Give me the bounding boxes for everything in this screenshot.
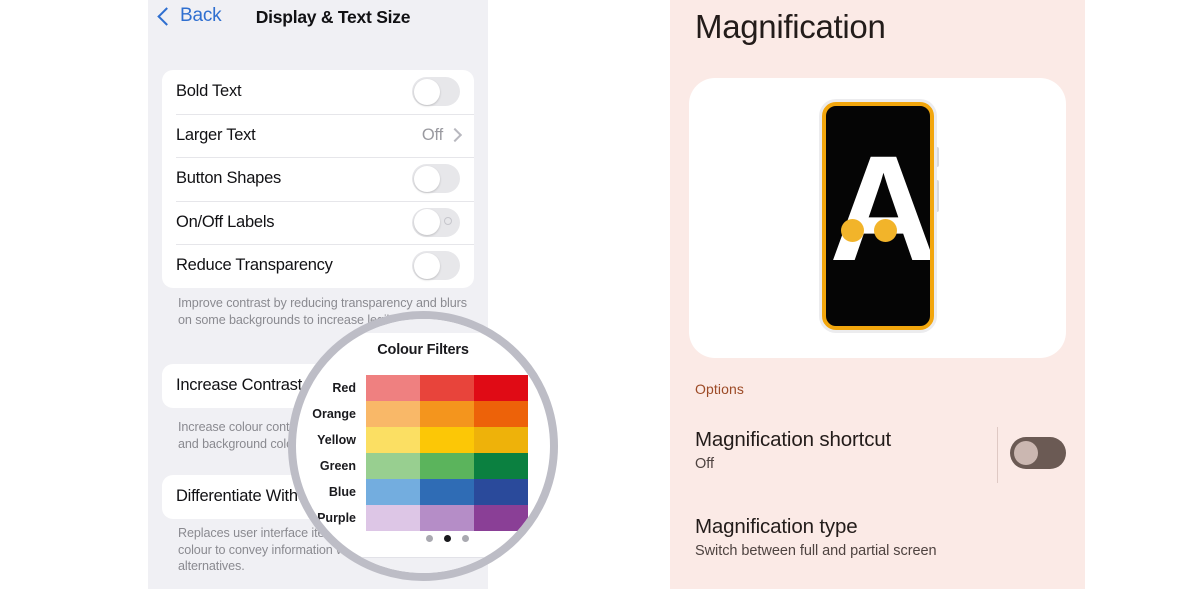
bold-text-toggle[interactable] <box>412 77 460 107</box>
lens-backdrop-top <box>296 319 550 333</box>
swatch-row-label: Green <box>319 459 356 473</box>
swatch-cell <box>420 453 474 479</box>
onoff-labels-toggle[interactable] <box>412 207 460 237</box>
ios-navigation-bar: Back Display & Text Size <box>148 0 488 44</box>
toggle-knob <box>1014 441 1038 465</box>
swatch-cell <box>420 479 474 505</box>
options-section-label: Options <box>695 381 744 397</box>
swatch-row-label: Purple <box>317 511 356 525</box>
settings-group-display: Bold Text Larger Text Off Button Shapes … <box>162 70 474 288</box>
row-label: On/Off Labels <box>176 212 275 231</box>
swatch-cell <box>366 375 420 401</box>
toggle-knob <box>413 165 440 192</box>
row-button-shapes[interactable]: Button Shapes <box>162 157 474 201</box>
row-label: Button Shapes <box>176 169 281 188</box>
row-reduce-transparency[interactable]: Reduce Transparency <box>162 244 474 288</box>
phone-volume-button-icon <box>933 147 939 167</box>
swatch-row: Purple <box>317 505 528 531</box>
magnification-illustration-card: A <box>689 78 1066 358</box>
row-label: Larger Text <box>176 125 256 144</box>
row-bold-text[interactable]: Bold Text <box>162 70 474 114</box>
list-item-magnification-type[interactable]: Magnification type Switch between full a… <box>695 514 1065 561</box>
swatch-row-label: Red <box>332 381 356 395</box>
chevron-right-icon <box>447 128 463 143</box>
colour-filters-title: Colour Filters <box>377 342 469 358</box>
page-dot[interactable] <box>425 535 433 542</box>
swatch-row-label: Yellow <box>317 433 356 447</box>
swatch-cell <box>366 505 420 531</box>
page-dot[interactable] <box>443 535 451 542</box>
row-value: Off <box>421 125 443 144</box>
magnification-shortcut-toggle[interactable] <box>1010 437 1066 469</box>
android-page-title: Magnification <box>695 8 886 45</box>
swatch-row: Orange <box>312 401 528 427</box>
toggle-knob <box>413 252 440 279</box>
swatch-cell <box>366 427 420 453</box>
magnified-letter: A <box>829 124 934 292</box>
swatch-row-label: Blue <box>328 485 356 499</box>
swatch-cell <box>420 505 474 531</box>
swatch-row: Blue <box>329 479 528 505</box>
phone-body: A <box>821 102 934 330</box>
swatch-row: Red <box>332 375 528 401</box>
swatch-cell <box>366 401 420 427</box>
list-item-subtitle: Off <box>695 456 714 472</box>
swatch-cell <box>420 427 474 453</box>
button-shapes-toggle[interactable] <box>412 164 460 194</box>
swatch-cell <box>474 505 528 531</box>
phone-power-button-icon <box>933 180 939 212</box>
off-circle-icon <box>444 217 452 226</box>
row-label: Reduce Transparency <box>176 256 333 275</box>
row-larger-text[interactable]: Larger Text Off <box>162 113 474 158</box>
touch-point-icon <box>840 219 864 242</box>
toggle-knob <box>413 209 440 236</box>
swatch-cell <box>366 479 420 505</box>
swatch-row: Green <box>320 453 528 479</box>
swatch-cell <box>474 427 528 453</box>
magnifier-lens-content: Colour Filters Red Orange Yellow Green Blue P… <box>296 319 550 573</box>
magnifier-lens[interactable]: Colour Filters Red Orange Yellow Green Blue P… <box>288 311 558 581</box>
touch-point-icon <box>873 219 897 242</box>
swatch-cell <box>420 375 474 401</box>
list-item-title: Magnification type <box>695 515 858 538</box>
swatch-cell <box>474 479 528 505</box>
phone-illustration: A <box>821 102 939 330</box>
swatch-cell <box>474 453 528 479</box>
swatch-cell <box>420 401 474 427</box>
row-label: Bold Text <box>176 82 242 101</box>
row-onoff-labels[interactable]: On/Off Labels <box>162 200 474 245</box>
swatch-cell <box>474 401 528 427</box>
android-magnification-panel: Magnification A Options Magnification sh… <box>670 0 1085 589</box>
page-title: Display & Text Size <box>255 7 411 27</box>
swatch-cell <box>366 453 420 479</box>
page-dot[interactable] <box>461 535 469 542</box>
lens-divider <box>318 557 528 558</box>
toggle-knob <box>413 78 440 105</box>
reduce-transparency-toggle[interactable] <box>412 251 460 281</box>
list-item-subtitle: Switch between full and partial screen <box>695 543 937 559</box>
switch-divider <box>997 427 998 483</box>
colour-filters-swatch-grid: Red Orange Yellow Green Blue Purple <box>312 375 528 531</box>
swatch-row-label: Orange <box>312 407 356 421</box>
swatch-row: Yellow <box>317 427 528 453</box>
swatch-cell <box>474 375 528 401</box>
lens-backdrop-bottom <box>296 557 550 573</box>
page-indicator-dots[interactable] <box>366 535 528 542</box>
